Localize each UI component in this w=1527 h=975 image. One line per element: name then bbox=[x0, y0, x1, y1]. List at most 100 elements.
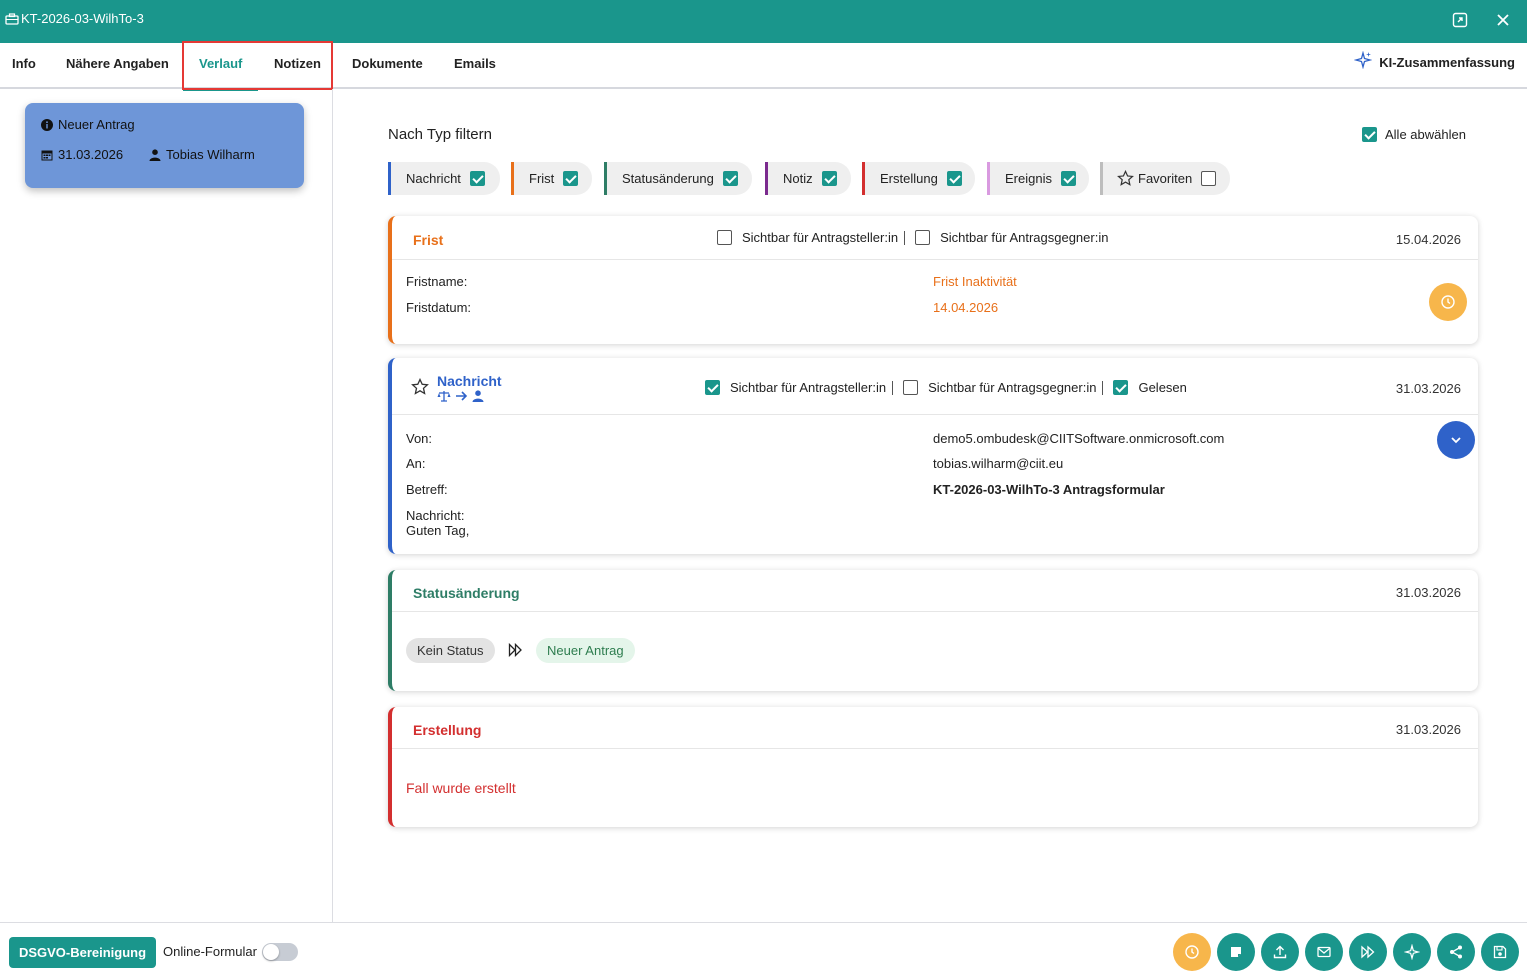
filter-chip-erstellung[interactable]: Erstellung bbox=[862, 162, 975, 195]
status-to-badge: Neuer Antrag bbox=[536, 638, 635, 663]
chip-checkbox[interactable] bbox=[821, 171, 837, 186]
deadline-date-label: Fristdatum: bbox=[406, 300, 472, 315]
deselect-all-label: Alle abwählen bbox=[1385, 127, 1466, 142]
clock-icon bbox=[1441, 295, 1455, 309]
highlight-box bbox=[182, 41, 333, 90]
tab-info[interactable]: Info bbox=[12, 43, 36, 89]
chip-label: Erstellung bbox=[880, 171, 938, 186]
deselect-all-checkbox[interactable] bbox=[1362, 127, 1377, 142]
upload-icon bbox=[1273, 945, 1287, 959]
deadline-clock-button[interactable] bbox=[1429, 283, 1467, 321]
visible-applicant-checkbox[interactable] bbox=[717, 230, 732, 245]
visible-applicant-label: Sichtbar für Antragsteller:in bbox=[730, 380, 887, 395]
visible-applicant-checkbox[interactable] bbox=[705, 380, 720, 395]
case-status-card[interactable]: Neuer Antrag 31.03.2026 Tobias Wilharm bbox=[25, 103, 304, 188]
timeline-entry-nachricht: Nachricht Sichtbar für Antragsteller:in … bbox=[388, 358, 1478, 554]
entry-title: Erstellung bbox=[413, 722, 482, 738]
tab-dokumente[interactable]: Dokumente bbox=[352, 43, 423, 89]
entry-date: 31.03.2026 bbox=[1395, 585, 1461, 600]
favorite-star-icon[interactable] bbox=[411, 378, 429, 396]
filter-chip-ereignis[interactable]: Ereignis bbox=[987, 162, 1089, 195]
entry-date: 31.03.2026 bbox=[1395, 381, 1461, 396]
from-label: Von: bbox=[406, 431, 433, 446]
chevron-down-icon bbox=[1451, 437, 1461, 444]
arrow-right-icon bbox=[456, 391, 468, 401]
chip-label: Notiz bbox=[783, 171, 813, 186]
tab-naehere-angaben[interactable]: Nähere Angaben bbox=[66, 43, 169, 89]
user-icon bbox=[149, 148, 161, 161]
email-button[interactable] bbox=[1305, 933, 1343, 971]
entry-title: Statusänderung bbox=[413, 585, 520, 601]
chip-label: Nachricht bbox=[406, 171, 461, 186]
chip-label: Ereignis bbox=[1005, 171, 1052, 186]
deadline-button[interactable] bbox=[1173, 933, 1211, 971]
filter-chip-statusaenderung[interactable]: Statusänderung bbox=[604, 162, 752, 195]
expand-message-button[interactable] bbox=[1437, 421, 1475, 459]
deadline-date-value: 14.04.2026 bbox=[933, 300, 999, 315]
online-form-label: Online-Formular bbox=[163, 944, 257, 959]
chip-checkbox[interactable] bbox=[563, 171, 579, 186]
read-label: Gelesen bbox=[1138, 380, 1187, 395]
to-value: tobias.wilharm@ciit.eu bbox=[933, 456, 1064, 471]
filter-title: Nach Typ filtern bbox=[388, 126, 492, 143]
mail-icon bbox=[1317, 946, 1331, 958]
visibility-options: Sichtbar für Antragsteller:in Sichtbar f… bbox=[717, 230, 1108, 245]
timeline-entry-frist: Frist Sichtbar für Antragsteller:in Sich… bbox=[388, 216, 1478, 344]
ai-button[interactable] bbox=[1393, 933, 1431, 971]
visible-opponent-label: Sichtbar für Antragsgegner:in bbox=[940, 230, 1109, 245]
filter-chip-nachricht[interactable]: Nachricht bbox=[388, 162, 500, 195]
deselect-all-toggle[interactable]: Alle abwählen bbox=[1362, 127, 1466, 142]
chip-label: Favoriten bbox=[1138, 171, 1193, 186]
status-from-badge: Kein Status bbox=[406, 638, 495, 663]
deadline-name-label: Fristname: bbox=[406, 274, 468, 289]
chip-checkbox[interactable] bbox=[1060, 171, 1076, 186]
visible-opponent-label: Sichtbar für Antragsgegner:in bbox=[928, 380, 1097, 395]
visible-opponent-checkbox[interactable] bbox=[915, 230, 931, 245]
tab-emails[interactable]: Emails bbox=[454, 43, 496, 89]
online-form-toggle[interactable] bbox=[262, 943, 298, 961]
filter-chip-favoriten[interactable]: Favoriten bbox=[1100, 162, 1230, 195]
divider bbox=[1102, 380, 1104, 395]
save-button[interactable] bbox=[1481, 933, 1519, 971]
ki-summary-label: KI-Zusammenfassung bbox=[1379, 55, 1515, 70]
note-button[interactable] bbox=[1217, 933, 1255, 971]
share-button[interactable] bbox=[1437, 933, 1475, 971]
chip-checkbox[interactable] bbox=[469, 171, 485, 186]
dsgvo-cleanup-button[interactable]: DSGVO-Bereinigung bbox=[9, 937, 156, 968]
chip-label: Frist bbox=[529, 171, 555, 186]
entry-date: 31.03.2026 bbox=[1395, 722, 1461, 737]
visible-applicant-label: Sichtbar für Antragsteller:in bbox=[742, 230, 899, 245]
case-date: 31.03.2026 bbox=[58, 147, 124, 162]
chip-checkbox[interactable] bbox=[722, 171, 738, 186]
subject-value: KT-2026-03-WilhTo-3 Antragsformular bbox=[933, 482, 1165, 497]
share-icon bbox=[1450, 945, 1462, 959]
sparkle-icon bbox=[1404, 944, 1420, 960]
sparkle-icon bbox=[1354, 51, 1373, 69]
close-icon[interactable] bbox=[1494, 11, 1512, 29]
window-title: KT-2026-03-WilhTo-3 bbox=[21, 11, 144, 26]
filter-chip-notiz[interactable]: Notiz bbox=[765, 162, 851, 195]
message-label: Nachricht: bbox=[406, 508, 465, 523]
divider bbox=[904, 230, 906, 245]
note-icon bbox=[1231, 947, 1241, 957]
chip-checkbox[interactable] bbox=[1201, 171, 1217, 186]
info-icon bbox=[41, 118, 53, 131]
filter-chip-frist[interactable]: Frist bbox=[511, 162, 592, 195]
status-change-button[interactable] bbox=[1349, 933, 1387, 971]
left-pane: Neuer Antrag 31.03.2026 Tobias Wilharm bbox=[0, 89, 333, 922]
footer-toolbar: DSGVO-Bereinigung Online-Formular bbox=[0, 922, 1527, 975]
timeline-entry-erstellung: Erstellung 31.03.2026 Fall wurde erstell… bbox=[388, 707, 1478, 827]
expand-icon[interactable] bbox=[1451, 11, 1469, 29]
read-checkbox[interactable] bbox=[1113, 380, 1129, 395]
visible-opponent-checkbox[interactable] bbox=[903, 380, 919, 395]
case-user: Tobias Wilharm bbox=[166, 147, 255, 162]
timeline-entry-statusaenderung: Statusänderung 31.03.2026 bbox=[388, 570, 1478, 691]
entry-date: 15.04.2026 bbox=[1395, 232, 1461, 247]
chip-checkbox[interactable] bbox=[946, 171, 962, 186]
ki-summary-button[interactable]: KI-Zusammenfassung bbox=[1354, 51, 1515, 70]
user-icon bbox=[472, 390, 484, 402]
entry-header: Nachricht Sichtbar für Antragsteller:in … bbox=[392, 358, 1478, 415]
upload-button[interactable] bbox=[1261, 933, 1299, 971]
direction-indicator bbox=[437, 390, 484, 402]
case-status: Neuer Antrag bbox=[58, 117, 135, 132]
